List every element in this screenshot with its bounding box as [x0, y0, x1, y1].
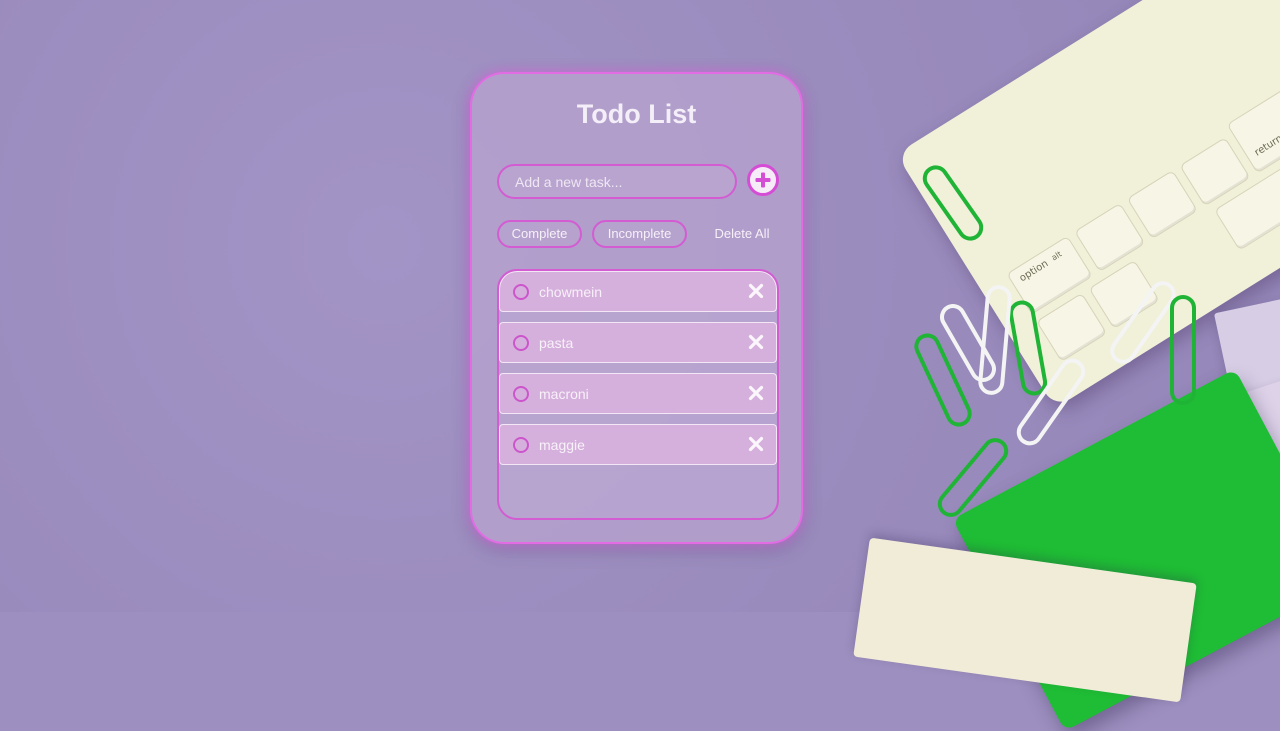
page-title: Todo List [576, 99, 697, 129]
keyboard-key-option-label: option [1017, 258, 1051, 285]
keyboard-key [1126, 169, 1198, 240]
task-label: chowmein [539, 284, 603, 300]
task-item: pasta [499, 322, 777, 363]
task-checkbox[interactable] [513, 335, 529, 351]
keyboard-key-return-label: return [1252, 133, 1280, 159]
task-label: maggie [539, 437, 585, 453]
filter-bar: Complete Incomplete Delete All [497, 220, 787, 248]
plus-icon [755, 172, 771, 188]
delete-all-button[interactable]: Delete All [702, 220, 782, 248]
close-icon[interactable] [748, 283, 764, 299]
add-task-row [497, 164, 779, 200]
todo-card: Todo List Complete Incomplete Delete All… [470, 72, 803, 544]
close-icon[interactable] [748, 385, 764, 401]
incomplete-filter-button[interactable]: Incomplete [592, 220, 687, 248]
task-item: maggie [499, 424, 777, 465]
complete-filter-button[interactable]: Complete [497, 220, 582, 248]
task-list: chowmein pasta macroni maggie [497, 269, 779, 520]
task-checkbox[interactable] [513, 386, 529, 402]
task-item: chowmein [499, 271, 777, 312]
paperclip-icon [1170, 295, 1196, 405]
close-icon[interactable] [748, 436, 764, 452]
task-item: macroni [499, 373, 777, 414]
task-checkbox[interactable] [513, 437, 529, 453]
task-checkbox[interactable] [513, 284, 529, 300]
close-icon[interactable] [748, 334, 764, 350]
add-task-button[interactable] [747, 164, 779, 196]
task-label: macroni [539, 386, 589, 402]
task-input[interactable] [497, 164, 737, 199]
task-label: pasta [539, 335, 574, 351]
keyboard-key-alt-label: alt [1049, 249, 1064, 263]
